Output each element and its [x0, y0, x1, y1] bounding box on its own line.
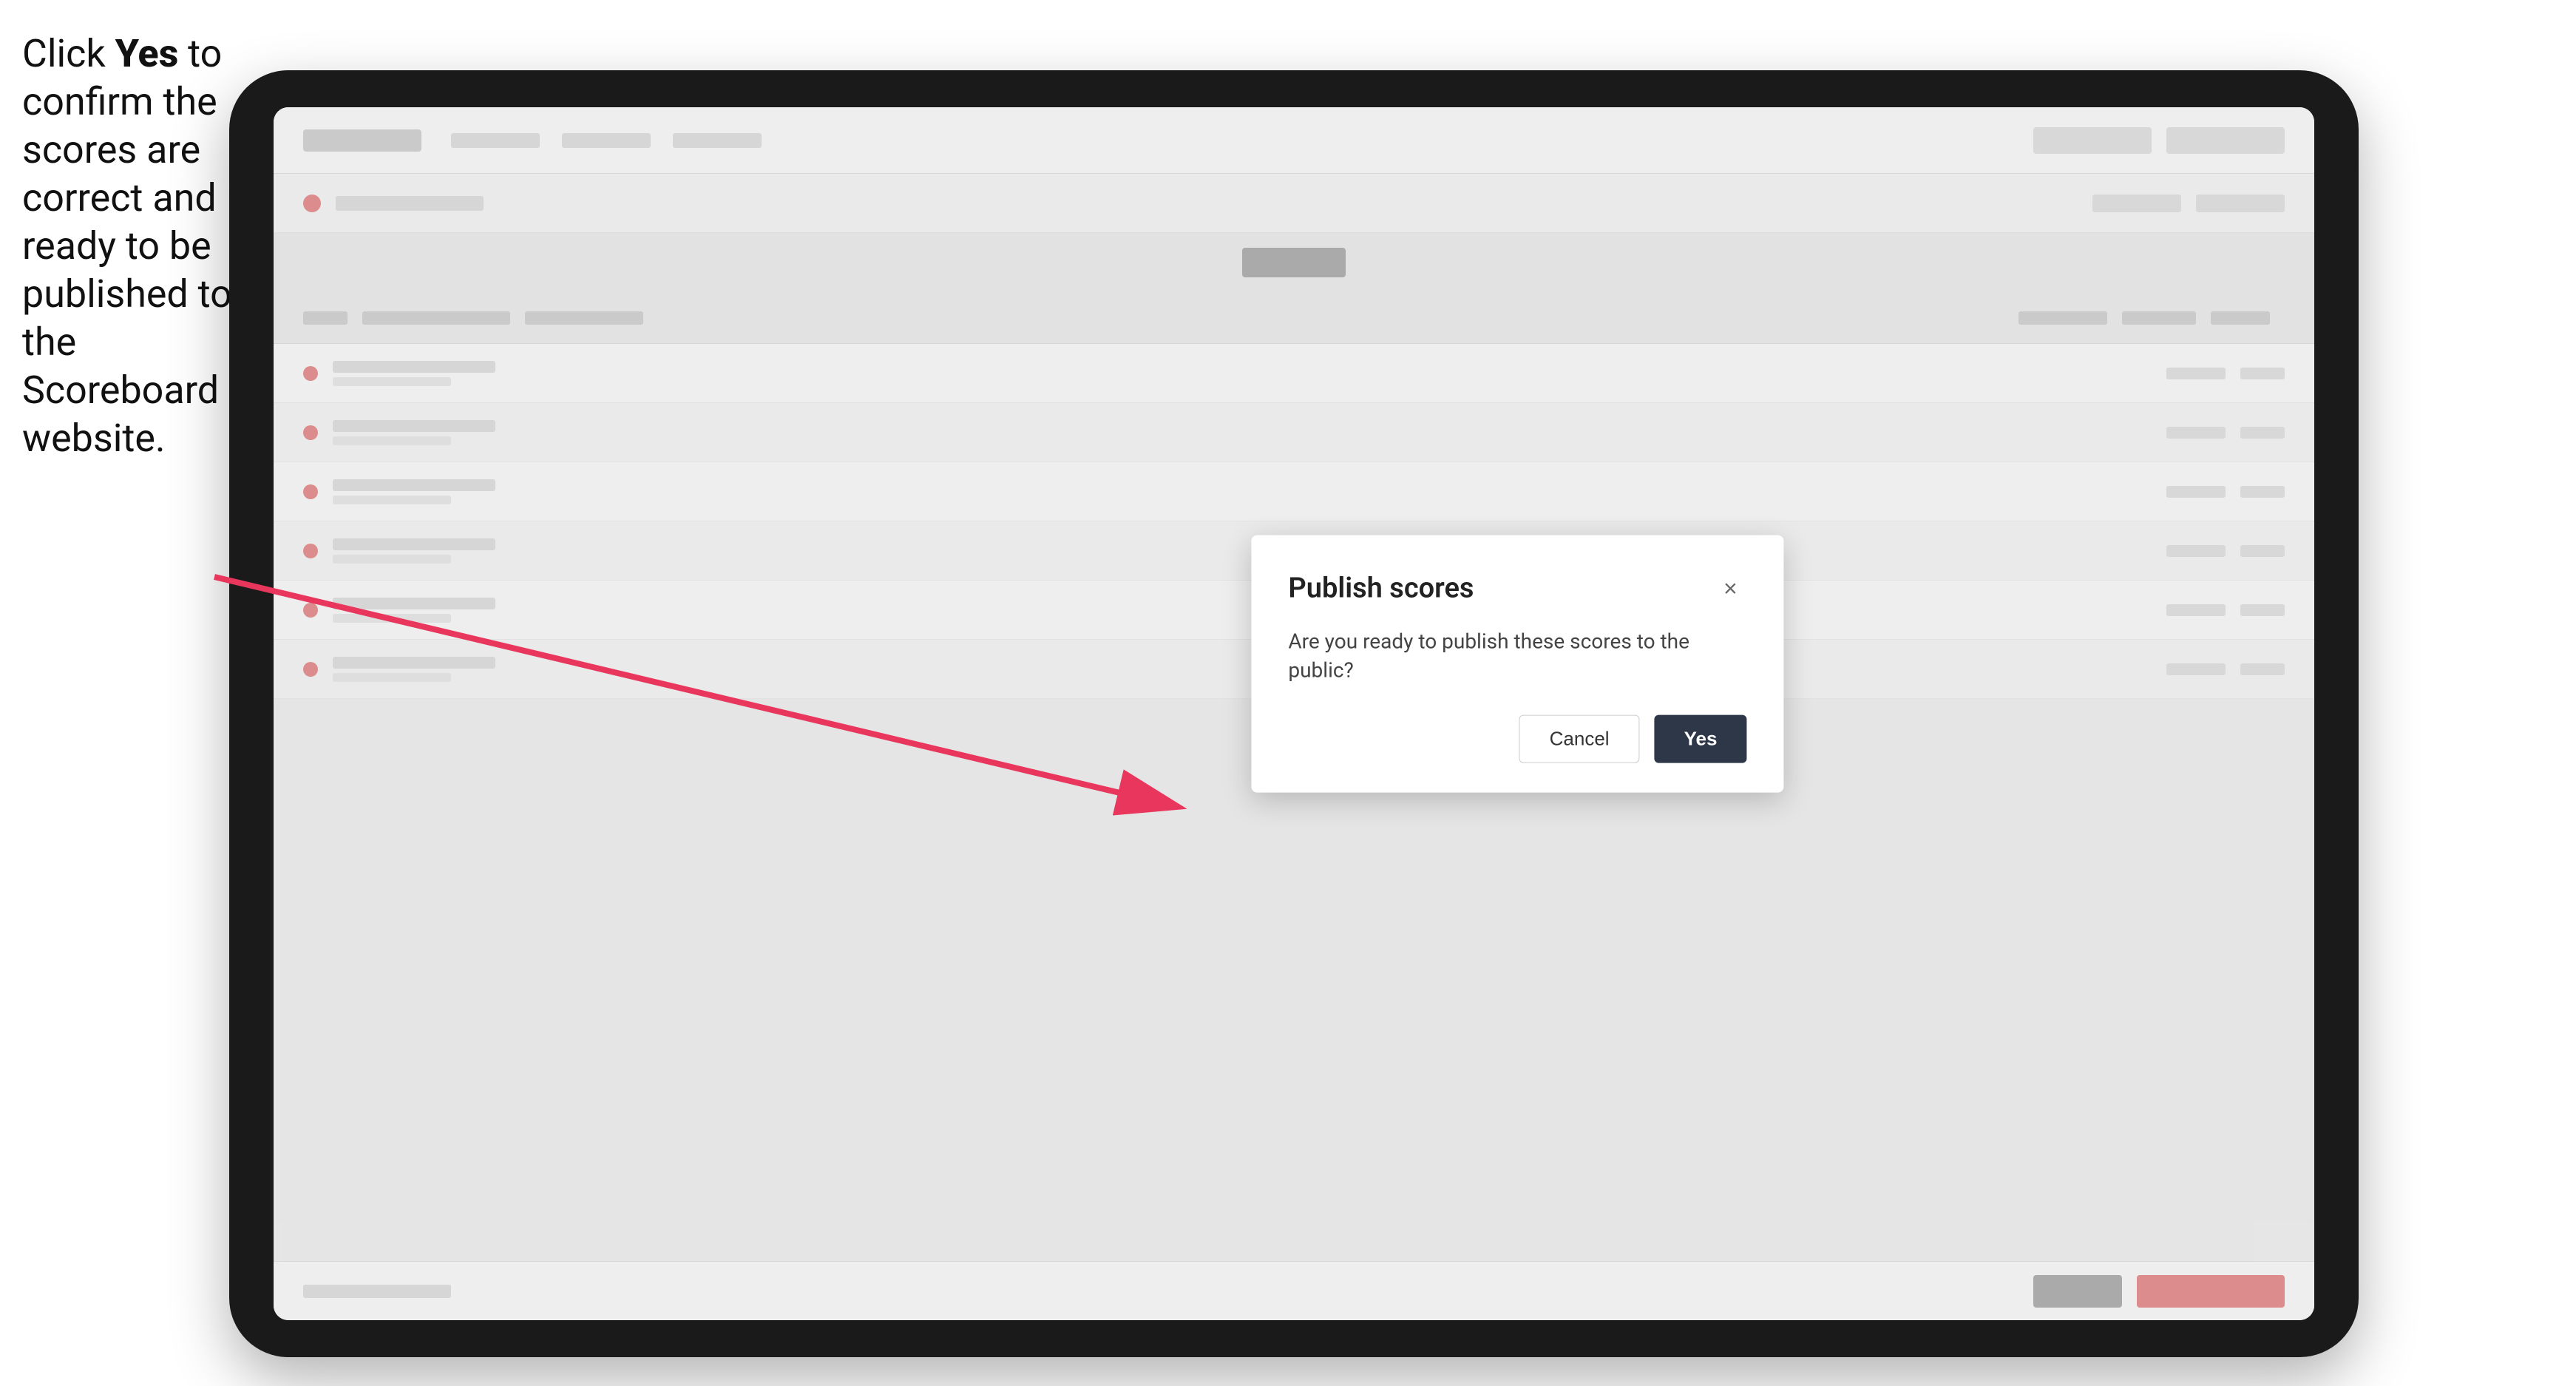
dialog-body: Are you ready to publish these scores to…: [1288, 627, 1746, 685]
tablet-device: Publish scores × Are you ready to publis…: [229, 70, 2359, 1357]
instruction-prefix: Click: [22, 31, 115, 76]
instruction-bold: Yes: [115, 31, 179, 76]
instruction-text: Click Yes to confirm the scores are corr…: [22, 30, 237, 462]
dialog-actions: Cancel Yes: [1288, 714, 1746, 763]
dialog-close-button[interactable]: ×: [1714, 572, 1746, 605]
dialog-overlay: Publish scores × Are you ready to publis…: [274, 107, 2314, 1320]
tablet-screen: Publish scores × Are you ready to publis…: [274, 107, 2314, 1320]
publish-scores-dialog: Publish scores × Are you ready to publis…: [1251, 535, 1783, 792]
instruction-suffix: to confirm the scores are correct and re…: [22, 31, 232, 461]
dialog-title: Publish scores: [1288, 572, 1474, 605]
dialog-yes-button[interactable]: Yes: [1655, 714, 1747, 763]
dialog-header: Publish scores ×: [1288, 572, 1746, 605]
dialog-cancel-button[interactable]: Cancel: [1519, 714, 1640, 763]
